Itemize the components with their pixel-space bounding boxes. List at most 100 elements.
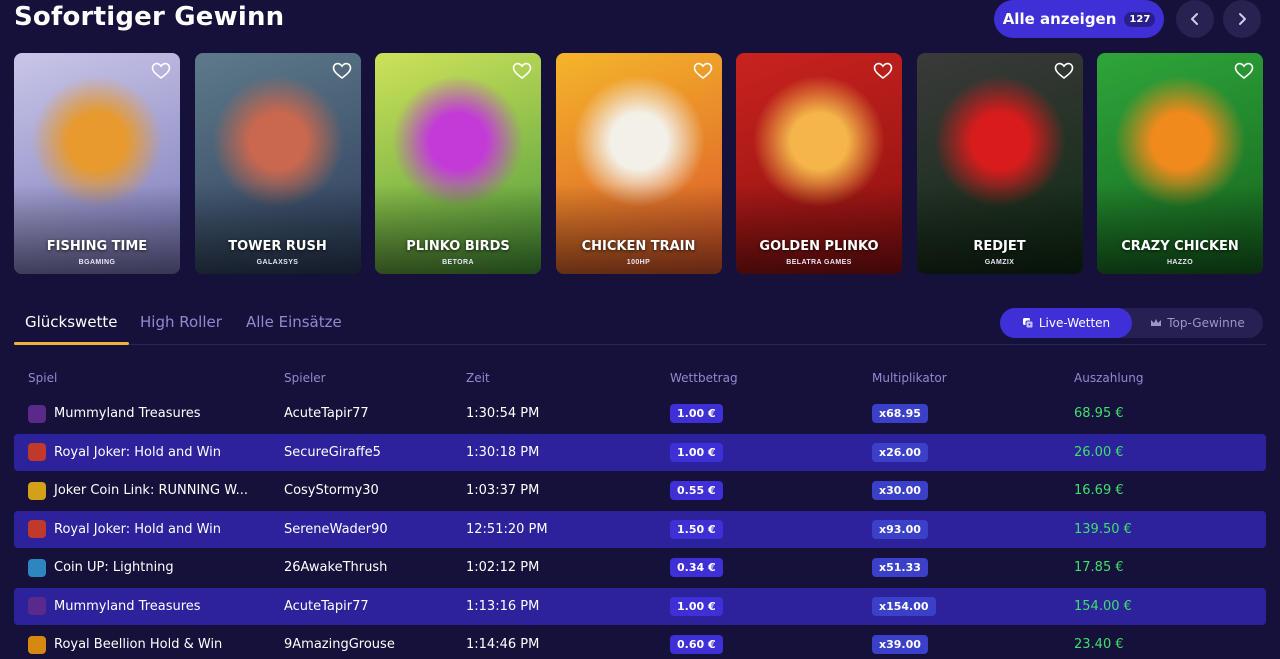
game-provider: BGAMING	[78, 259, 116, 266]
game-cell[interactable]: Coin UP: Lightning	[28, 549, 174, 586]
multiplier-cell: x68.95	[872, 395, 928, 432]
game-provider: 100HP	[626, 259, 651, 266]
table-row[interactable]: Mummyland Treasures AcuteTapir77 1:30:54 P…	[14, 395, 1266, 432]
tab-high-roller[interactable]: High Roller	[140, 313, 222, 331]
player-name: SecureGiraffe5	[284, 444, 381, 460]
payout-amount-cell: 68.95 €	[1074, 395, 1124, 432]
top-wins-toggle[interactable]: Top-Gewinne	[1132, 308, 1263, 338]
column-header-multiplier: Multiplikator	[872, 371, 947, 385]
multiplier: x68.95	[872, 404, 928, 423]
tab-lucky-bet[interactable]: Glückswette	[25, 313, 118, 331]
carousel-next-button[interactable]	[1223, 0, 1261, 38]
bet-amount: 0.55 €	[670, 481, 723, 500]
bet-time: 1:30:18 PM	[466, 444, 540, 460]
player-name-cell: 26AwakeThrush	[284, 549, 387, 586]
table-row[interactable]: Royal Beellion Hold & Win 9AmazingGrouse 1…	[14, 626, 1266, 659]
game-provider: GALAXSYS	[256, 259, 299, 266]
table-row[interactable]: Joker Coin Link: RUNNING W... CosyStormy3…	[14, 472, 1266, 509]
game-title: GOLDEN PLINKO	[759, 239, 879, 254]
player-name: CosyStormy30	[284, 483, 379, 498]
multiplier: x154.00	[872, 596, 936, 616]
favorite-heart-icon[interactable]	[332, 62, 352, 80]
bet-time-cell: 1:13:16 PM	[466, 588, 539, 625]
game-card[interactable]: CHICKEN TRAIN 100HP	[555, 53, 722, 274]
favorite-heart-icon[interactable]	[1054, 62, 1074, 80]
game-name: Mummyland Treasures	[54, 598, 201, 614]
bet-time: 1:30:54 PM	[466, 406, 540, 421]
game-title: REDJET	[973, 239, 1026, 254]
table-row[interactable]: Coin UP: Lightning 26AwakeThrush 1:02:12 P…	[14, 549, 1266, 586]
show-all-label: Alle anzeigen	[1002, 10, 1117, 28]
favorite-heart-icon[interactable]	[512, 62, 532, 80]
game-cell[interactable]: Royal Beellion Hold & Win	[28, 626, 222, 659]
game-cell[interactable]: Mummyland Treasures	[28, 588, 201, 625]
game-title: TOWER RUSH	[228, 239, 327, 254]
bet-amount: 0.34 €	[670, 558, 723, 577]
player-name: 9AmazingGrouse	[284, 637, 395, 652]
player-name-cell: AcuteTapir77	[284, 395, 369, 432]
bet-time-cell: 1:02:12 PM	[466, 549, 539, 586]
section-header: Sofortiger Gewinn Alle anzeigen 127	[0, 0, 1280, 40]
game-card[interactable]: CRAZY CHICKEN HAZZO	[1097, 53, 1263, 274]
player-name-cell: SecureGiraffe5	[284, 434, 381, 471]
bet-amount-cell: 1.00 €	[670, 434, 723, 471]
section-title: Sofortiger Gewinn	[14, 2, 285, 32]
payout-amount-cell: 154.00 €	[1074, 588, 1132, 625]
multiplier: x26.00	[872, 442, 928, 462]
multiplier-cell: x93.00	[872, 511, 928, 548]
bet-time-cell: 12:51:20 PM	[466, 511, 548, 548]
game-name: Mummyland Treasures	[54, 406, 201, 421]
bet-amount-cell: 1.50 €	[670, 511, 723, 548]
game-title: PLINKO BIRDS	[406, 239, 510, 254]
game-card[interactable]: PLINKO BIRDS BETORA	[375, 53, 541, 274]
multiplier-cell: x30.00	[872, 472, 928, 509]
carousel-prev-button[interactable]	[1176, 0, 1214, 38]
game-name: Royal Joker: Hold and Win	[54, 444, 222, 460]
column-header-payout: Auszahlung	[1074, 371, 1144, 385]
table-row[interactable]: Royal Joker: Hold and Win SecureGiraffe5 1…	[14, 433, 1266, 471]
payout-amount: 139.50 €	[1074, 521, 1132, 537]
game-card[interactable]: FISHING TIME BGAMING	[14, 53, 180, 274]
game-cell[interactable]: Mummyland Treasures	[28, 395, 201, 432]
table-row[interactable]: Mummyland Treasures AcuteTapir77 1:13:16 P…	[14, 587, 1266, 625]
tab-all-bets[interactable]: Alle Einsätze	[246, 313, 342, 331]
payout-amount-cell: 139.50 €	[1074, 511, 1132, 548]
game-cell[interactable]: Royal Joker: Hold and Win	[28, 434, 221, 471]
bet-time: 1:14:46 PM	[466, 637, 540, 652]
game-name: Royal Joker: Hold and Win	[54, 521, 222, 537]
game-cell[interactable]: Royal Joker: Hold and Win	[28, 511, 221, 548]
game-provider: BELATRA GAMES	[786, 259, 852, 266]
live-bets-label: Live-Wetten	[1038, 316, 1111, 330]
bet-time: 1:13:16 PM	[466, 598, 540, 614]
bet-time: 12:51:20 PM	[466, 521, 548, 537]
bet-amount-cell: 0.34 €	[670, 549, 723, 586]
bet-time-cell: 1:30:18 PM	[466, 434, 539, 471]
table-row[interactable]: Royal Joker: Hold and Win SereneWader90 12…	[14, 510, 1266, 548]
game-card[interactable]: GOLDEN PLINKO BELATRA GAMES	[736, 53, 902, 274]
multiplier: x51.33	[872, 558, 928, 577]
game-provider: HAZZO	[1166, 259, 1194, 266]
bet-amount: 1.00 €	[670, 404, 723, 423]
multiplier: x39.00	[872, 635, 928, 654]
player-name-cell: 9AmazingGrouse	[284, 626, 395, 659]
game-thumbnail-icon	[28, 481, 46, 500]
game-card[interactable]: TOWER RUSH GALAXSYS	[194, 53, 361, 274]
show-all-button[interactable]: Alle anzeigen 127	[994, 0, 1164, 38]
multiplier-cell: x154.00	[872, 588, 936, 625]
live-bets-toggle[interactable]: Live-Wetten	[1000, 308, 1132, 338]
favorite-heart-icon[interactable]	[1234, 62, 1254, 80]
game-name: Coin UP: Lightning	[54, 560, 174, 575]
game-thumbnail-icon	[28, 520, 46, 538]
game-cell[interactable]: Joker Coin Link: RUNNING W...	[28, 472, 248, 509]
column-header-player: Spieler	[284, 371, 326, 385]
bet-amount: 0.60 €	[670, 635, 723, 654]
favorite-heart-icon[interactable]	[151, 62, 171, 80]
games-count-badge: 127	[1124, 11, 1156, 27]
multiplier-cell: x51.33	[872, 549, 928, 586]
favorite-heart-icon[interactable]	[873, 62, 893, 80]
game-card[interactable]: REDJET GAMZIX	[916, 53, 1083, 274]
favorite-heart-icon[interactable]	[693, 62, 713, 80]
game-thumbnail-icon	[28, 443, 46, 461]
game-name: Joker Coin Link: RUNNING W...	[54, 483, 248, 498]
payout-amount-cell: 16.69 €	[1074, 472, 1124, 509]
